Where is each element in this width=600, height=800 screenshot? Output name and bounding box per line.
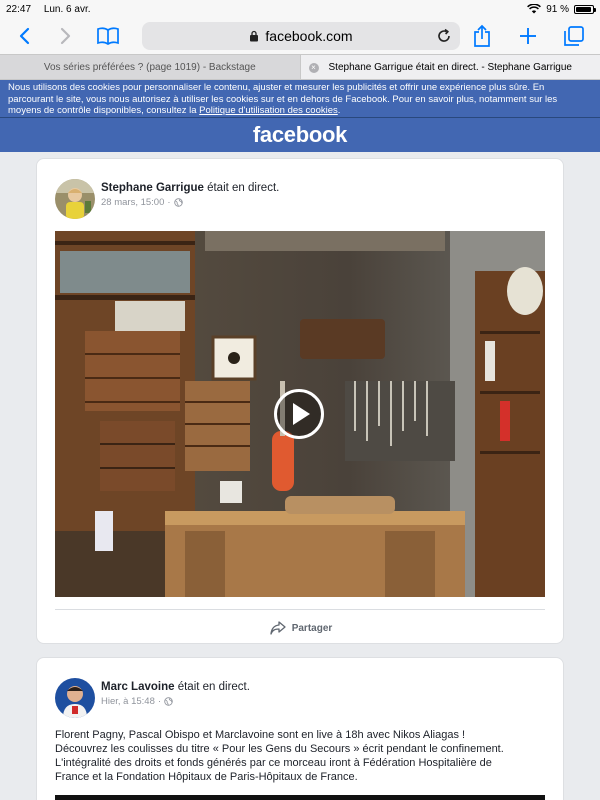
- tabs-overview-button[interactable]: [560, 22, 588, 50]
- play-button[interactable]: [274, 389, 324, 439]
- browser-toolbar: facebook.com: [0, 18, 600, 54]
- video-player[interactable]: [55, 795, 545, 800]
- news-feed: Stephane Garrigue était en direct. 28 ma…: [0, 154, 600, 800]
- status-bar: 22:47 Lun. 6 avr. 91 %: [0, 0, 600, 18]
- post-text: Florent Pagny, Pascal Obispo et Marclavo…: [55, 728, 545, 784]
- lock-icon: [249, 30, 259, 42]
- divider: [55, 609, 545, 610]
- tab-label: Stephane Garrigue était en direct. - Ste…: [328, 61, 572, 73]
- tabs-icon: [564, 26, 584, 46]
- close-icon[interactable]: ×: [308, 63, 319, 73]
- status-right: 91 %: [527, 3, 596, 15]
- post-header: Marc Lavoine était en direct. Hier, à 15…: [55, 678, 250, 718]
- tab-stephane-garrigue[interactable]: × Stephane Garrigue était en direct. - S…: [299, 55, 600, 79]
- post-author[interactable]: Marc Lavoine: [101, 681, 175, 693]
- share-icon: [474, 24, 490, 47]
- post-action: était en direct.: [177, 681, 250, 693]
- share-arrow-icon: [270, 621, 286, 635]
- cookie-text-end: .: [337, 105, 341, 116]
- share-post-button[interactable]: Partager: [37, 615, 565, 641]
- battery-icon: [574, 4, 596, 14]
- share-button[interactable]: [468, 22, 496, 50]
- post-date[interactable]: 28 mars, 15:00: [101, 197, 164, 208]
- plus-icon: [520, 28, 536, 44]
- back-button[interactable]: [10, 22, 38, 50]
- facebook-header: facebook: [0, 118, 600, 152]
- post-text-line: L'intégralité des droits et fonds généré…: [55, 757, 492, 769]
- cookie-policy-link[interactable]: Politique d'utilisation des cookies: [199, 105, 338, 116]
- cookie-banner: Nous utilisons des cookies pour personna…: [0, 80, 600, 118]
- share-label: Partager: [291, 622, 333, 634]
- battery-percent: 91 %: [546, 3, 569, 15]
- post-card: Stephane Garrigue était en direct. 28 ma…: [36, 158, 564, 644]
- url-text: facebook.com: [265, 28, 353, 44]
- forward-button[interactable]: [52, 22, 80, 50]
- post-text-line: Découvrez les coulisses du titre « Pour …: [55, 743, 504, 755]
- status-left: 22:47 Lun. 6 avr.: [6, 4, 101, 15]
- post-text-line: Florent Pagny, Pascal Obispo et Marclavo…: [55, 729, 466, 741]
- post-header: Stephane Garrigue était en direct. 28 ma…: [55, 179, 279, 219]
- post-action: était en direct.: [207, 182, 280, 194]
- tab-label: Vos séries préférées ? (page 1019) - Bac…: [43, 61, 256, 73]
- globe-icon: [173, 198, 183, 207]
- new-tab-button[interactable]: [514, 22, 542, 50]
- reload-icon: [438, 28, 450, 42]
- chevron-right-icon: [60, 27, 71, 45]
- globe-icon: [164, 697, 173, 706]
- chevron-left-icon: [19, 27, 30, 45]
- book-icon: [97, 27, 119, 46]
- status-date: Lun. 6 avr.: [43, 3, 91, 15]
- battery-fill: [576, 6, 591, 12]
- avatar[interactable]: [55, 678, 95, 718]
- post-text-line: France et la Fondation Hôpitaux de Paris…: [55, 771, 358, 783]
- reload-button[interactable]: [436, 28, 452, 47]
- post-card: Marc Lavoine était en direct. Hier, à 15…: [36, 657, 564, 800]
- wifi-icon: [527, 4, 542, 14]
- bookmarks-button[interactable]: [94, 22, 122, 50]
- avatar[interactable]: [55, 179, 95, 219]
- tab-bar: Vos séries préférées ? (page 1019) - Bac…: [0, 54, 600, 80]
- play-icon: [293, 403, 310, 425]
- address-bar[interactable]: facebook.com: [142, 22, 460, 50]
- facebook-logo[interactable]: facebook: [253, 122, 347, 148]
- status-time: 22:47: [6, 3, 32, 15]
- tab-backstage[interactable]: Vos séries préférées ? (page 1019) - Bac…: [0, 55, 300, 79]
- post-author[interactable]: Stephane Garrigue: [101, 182, 204, 194]
- video-player[interactable]: [55, 231, 545, 597]
- post-date[interactable]: Hier, à 15:48: [101, 696, 155, 707]
